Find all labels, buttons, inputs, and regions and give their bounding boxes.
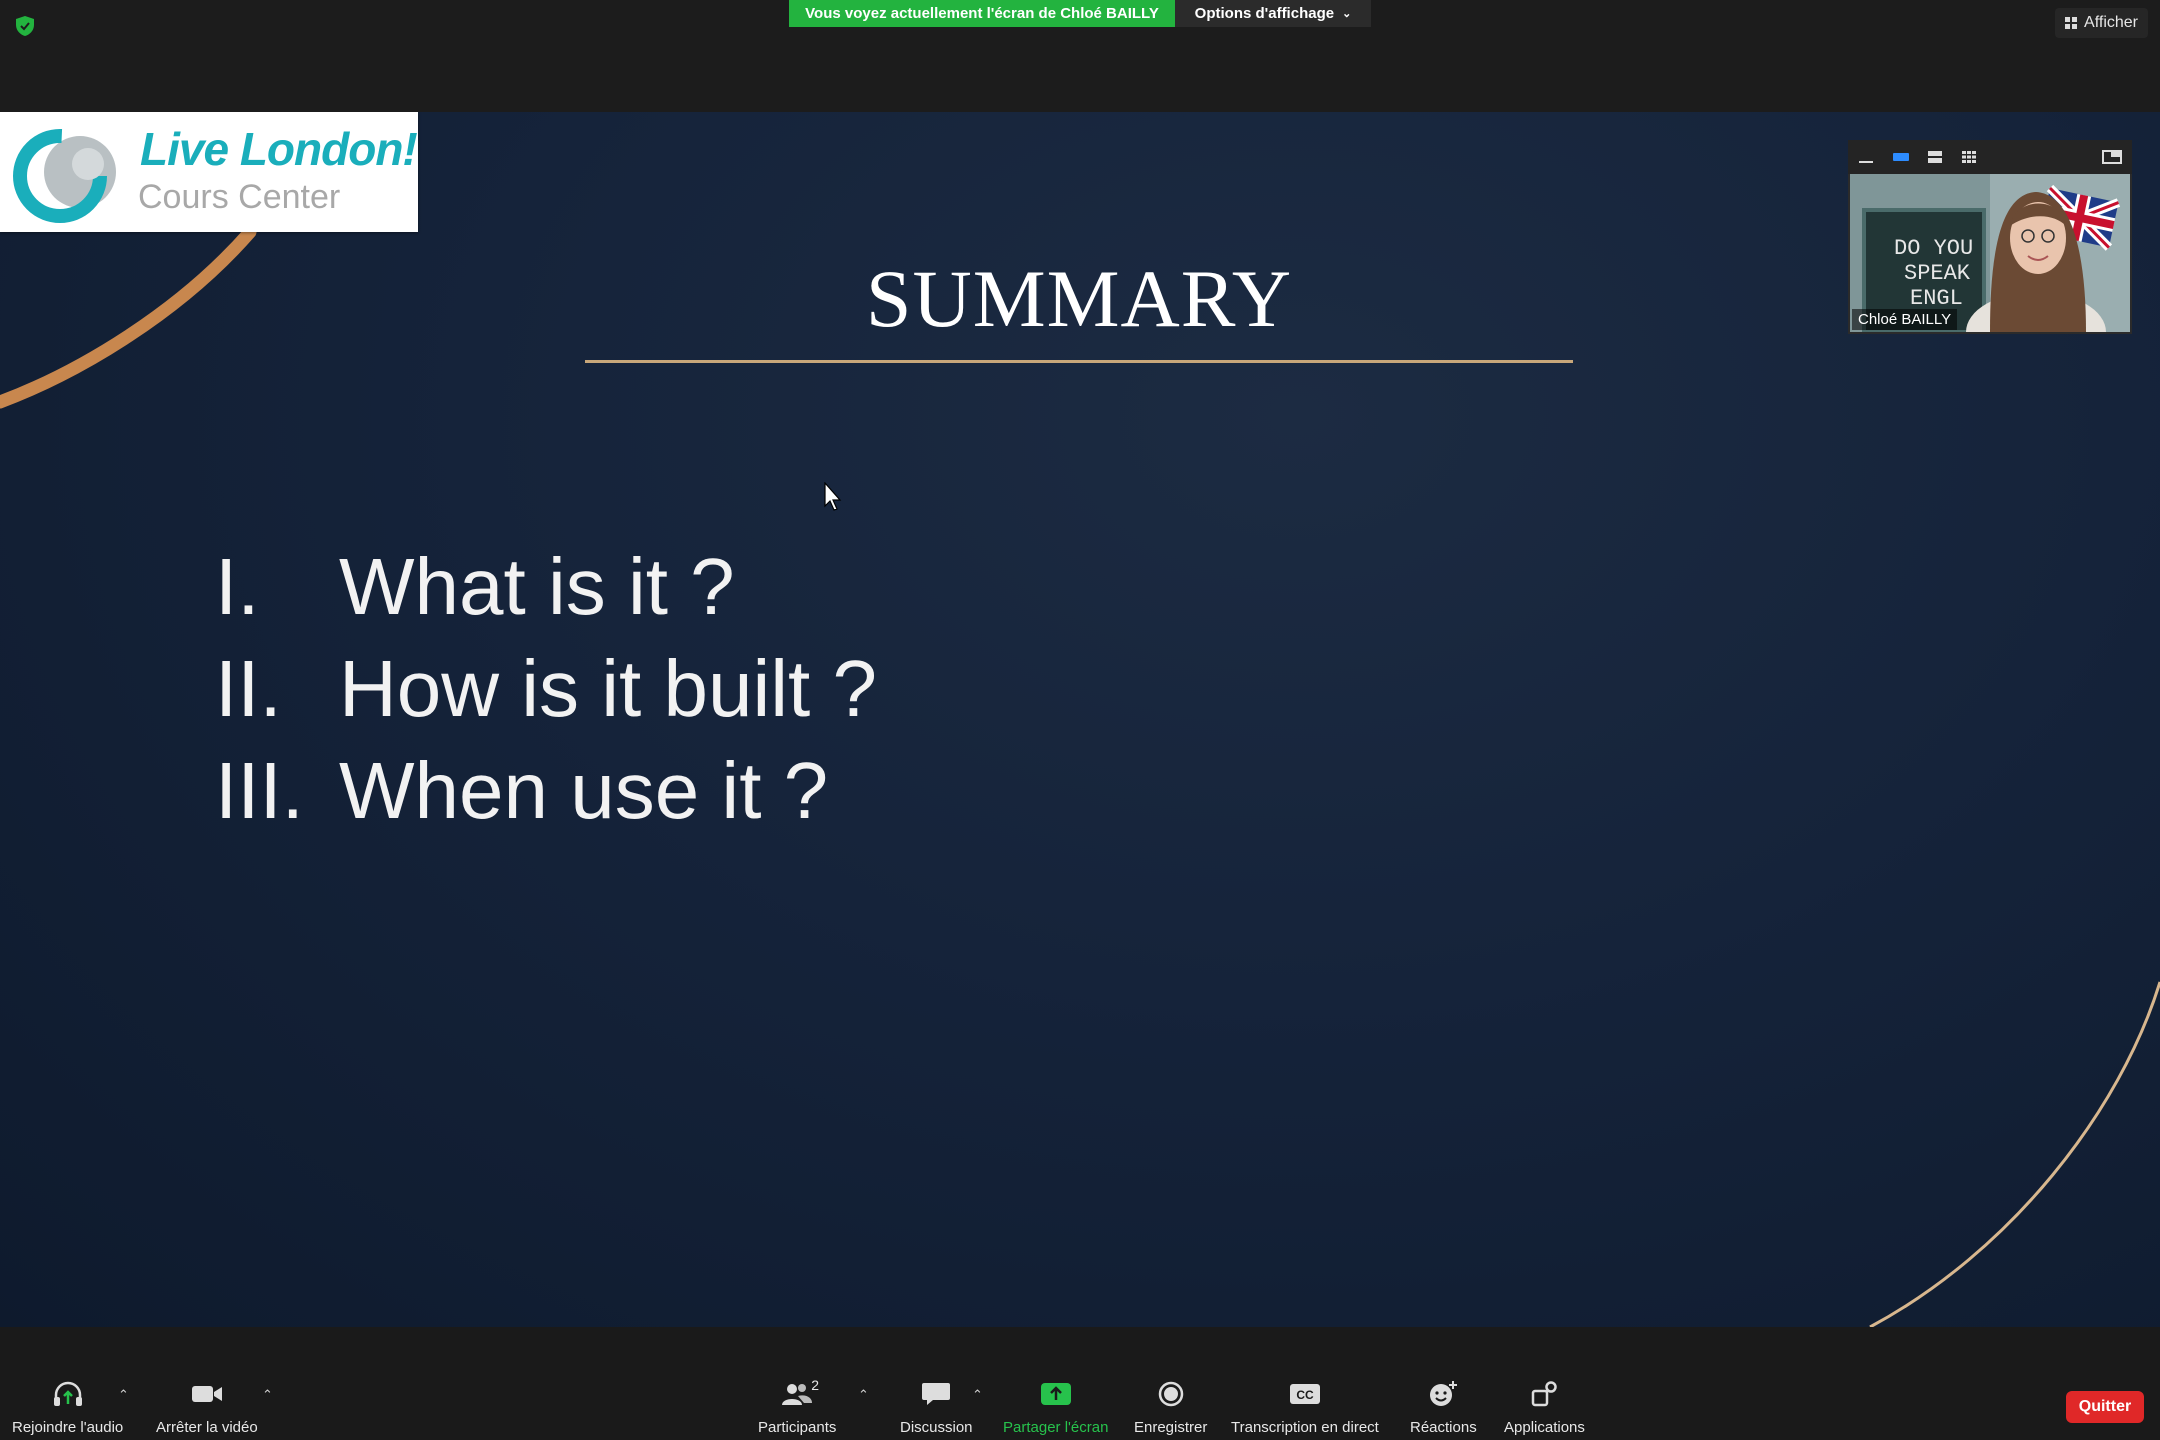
- join-audio-button[interactable]: Rejoindre l'audio: [12, 1379, 123, 1436]
- stop-video-label: Arrêter la vidéo: [156, 1419, 258, 1436]
- title-underline: [585, 360, 1573, 363]
- apps-icon: [1526, 1379, 1562, 1409]
- participants-icon: 2: [779, 1377, 819, 1409]
- participants-count-badge: 2: [811, 1377, 819, 1393]
- pop-out-icon[interactable]: [2102, 150, 2122, 164]
- closed-captions-icon: CC: [1287, 1379, 1323, 1409]
- participants-label: Participants: [758, 1419, 837, 1436]
- chat-options-caret-icon[interactable]: ⌃: [972, 1387, 983, 1403]
- reactions-label: Réactions: [1410, 1419, 1477, 1436]
- summary-item-text: When use it ?: [339, 746, 829, 835]
- live-transcription-button[interactable]: CC Transcription en direct: [1231, 1379, 1379, 1436]
- meeting-top-bar: Vous voyez actuellement l'écran de Chloé…: [0, 0, 2160, 112]
- participant-name-label: Chloé BAILLY: [1852, 309, 1958, 330]
- logo-text-cours-center: Cours Center: [138, 178, 341, 216]
- logo-text-live-london: Live London!: [140, 123, 418, 175]
- summary-item: I. What is it ?: [215, 536, 877, 638]
- speaker-view-icon[interactable]: [1892, 150, 1910, 164]
- reactions-button[interactable]: Réactions: [1410, 1379, 1477, 1436]
- share-screen-button[interactable]: Partager l'écran: [1003, 1379, 1108, 1436]
- stop-video-button[interactable]: Arrêter la vidéo: [156, 1379, 258, 1436]
- summary-item-number: II.: [215, 644, 282, 733]
- screen-share-banner: Vous voyez actuellement l'écran de Chloé…: [789, 0, 1175, 27]
- quit-meeting-button[interactable]: Quitter: [2066, 1391, 2144, 1423]
- record-label: Enregistrer: [1134, 1419, 1208, 1436]
- record-button[interactable]: Enregistrer: [1134, 1379, 1207, 1436]
- audio-options-caret-icon[interactable]: ⌃: [118, 1387, 129, 1403]
- minimize-icon[interactable]: [1858, 150, 1874, 164]
- participant-video-feed: DO YOU SPEAK ENGL Chloé BAILLY: [1850, 174, 2130, 332]
- live-london-logo: Live London! Cours Center: [0, 112, 418, 232]
- video-options-caret-icon[interactable]: ⌃: [262, 1387, 273, 1403]
- chalkboard-text-1: DO YOU: [1894, 236, 1973, 261]
- share-screen-label: Partager l'écran: [1003, 1419, 1109, 1436]
- chevron-down-icon: ⌄: [1342, 8, 1352, 20]
- applications-label: Applications: [1504, 1419, 1585, 1436]
- logo-swoosh-icon: [13, 129, 116, 223]
- share-screen-arrow-icon: [1038, 1379, 1074, 1409]
- chalkboard-text-2: SPEAK: [1904, 261, 1971, 286]
- gallery-grid-icon: [2065, 17, 2078, 29]
- grid-view-icon[interactable]: [1960, 150, 1978, 164]
- view-options-button[interactable]: Options d'affichage ⌄: [1175, 0, 1371, 27]
- summary-item-number: III.: [215, 746, 304, 835]
- slide-title: SUMMARY: [865, 253, 1293, 344]
- chalkboard-text-3: ENGL: [1910, 286, 1963, 311]
- summary-item-text: How is it built ?: [339, 644, 877, 733]
- chat-button[interactable]: Discussion: [900, 1379, 973, 1436]
- shield-check-icon[interactable]: [16, 16, 34, 36]
- participants-options-caret-icon[interactable]: ⌃: [858, 1387, 869, 1403]
- summary-list: I. What is it ? II. How is it built ? II…: [215, 536, 877, 842]
- shared-screen-slide: Live London! Cours Center SUMMARY I. Wha…: [0, 112, 2160, 1327]
- chat-label: Discussion: [900, 1419, 973, 1436]
- view-options-label: Options d'affichage: [1194, 5, 1335, 22]
- headphones-icon: [50, 1379, 86, 1409]
- participant-video-tile[interactable]: DO YOU SPEAK ENGL Chloé BAILLY: [1848, 140, 2132, 334]
- cc-badge-text: CC: [1296, 1388, 1314, 1402]
- show-button[interactable]: Afficher: [2055, 8, 2148, 38]
- applications-button[interactable]: Applications: [1504, 1379, 1585, 1436]
- show-label: Afficher: [2084, 14, 2138, 31]
- summary-item: II. How is it built ?: [215, 638, 877, 740]
- summary-item-number: I.: [215, 542, 260, 631]
- summary-item: III. When use it ?: [215, 740, 877, 842]
- strip-view-icon[interactable]: [1926, 150, 1944, 164]
- video-camera-icon: [189, 1379, 225, 1409]
- smiley-plus-icon: [1425, 1379, 1461, 1409]
- join-audio-label: Rejoindre l'audio: [12, 1419, 124, 1436]
- record-icon: [1153, 1379, 1189, 1409]
- video-tile-controls: [1848, 140, 2132, 174]
- participants-button[interactable]: 2 Participants: [758, 1377, 837, 1436]
- summary-item-text: What is it ?: [339, 542, 735, 631]
- live-transcription-label: Transcription en direct: [1231, 1419, 1379, 1436]
- chat-bubble-icon: [918, 1379, 954, 1409]
- mouse-cursor-icon: [824, 482, 842, 511]
